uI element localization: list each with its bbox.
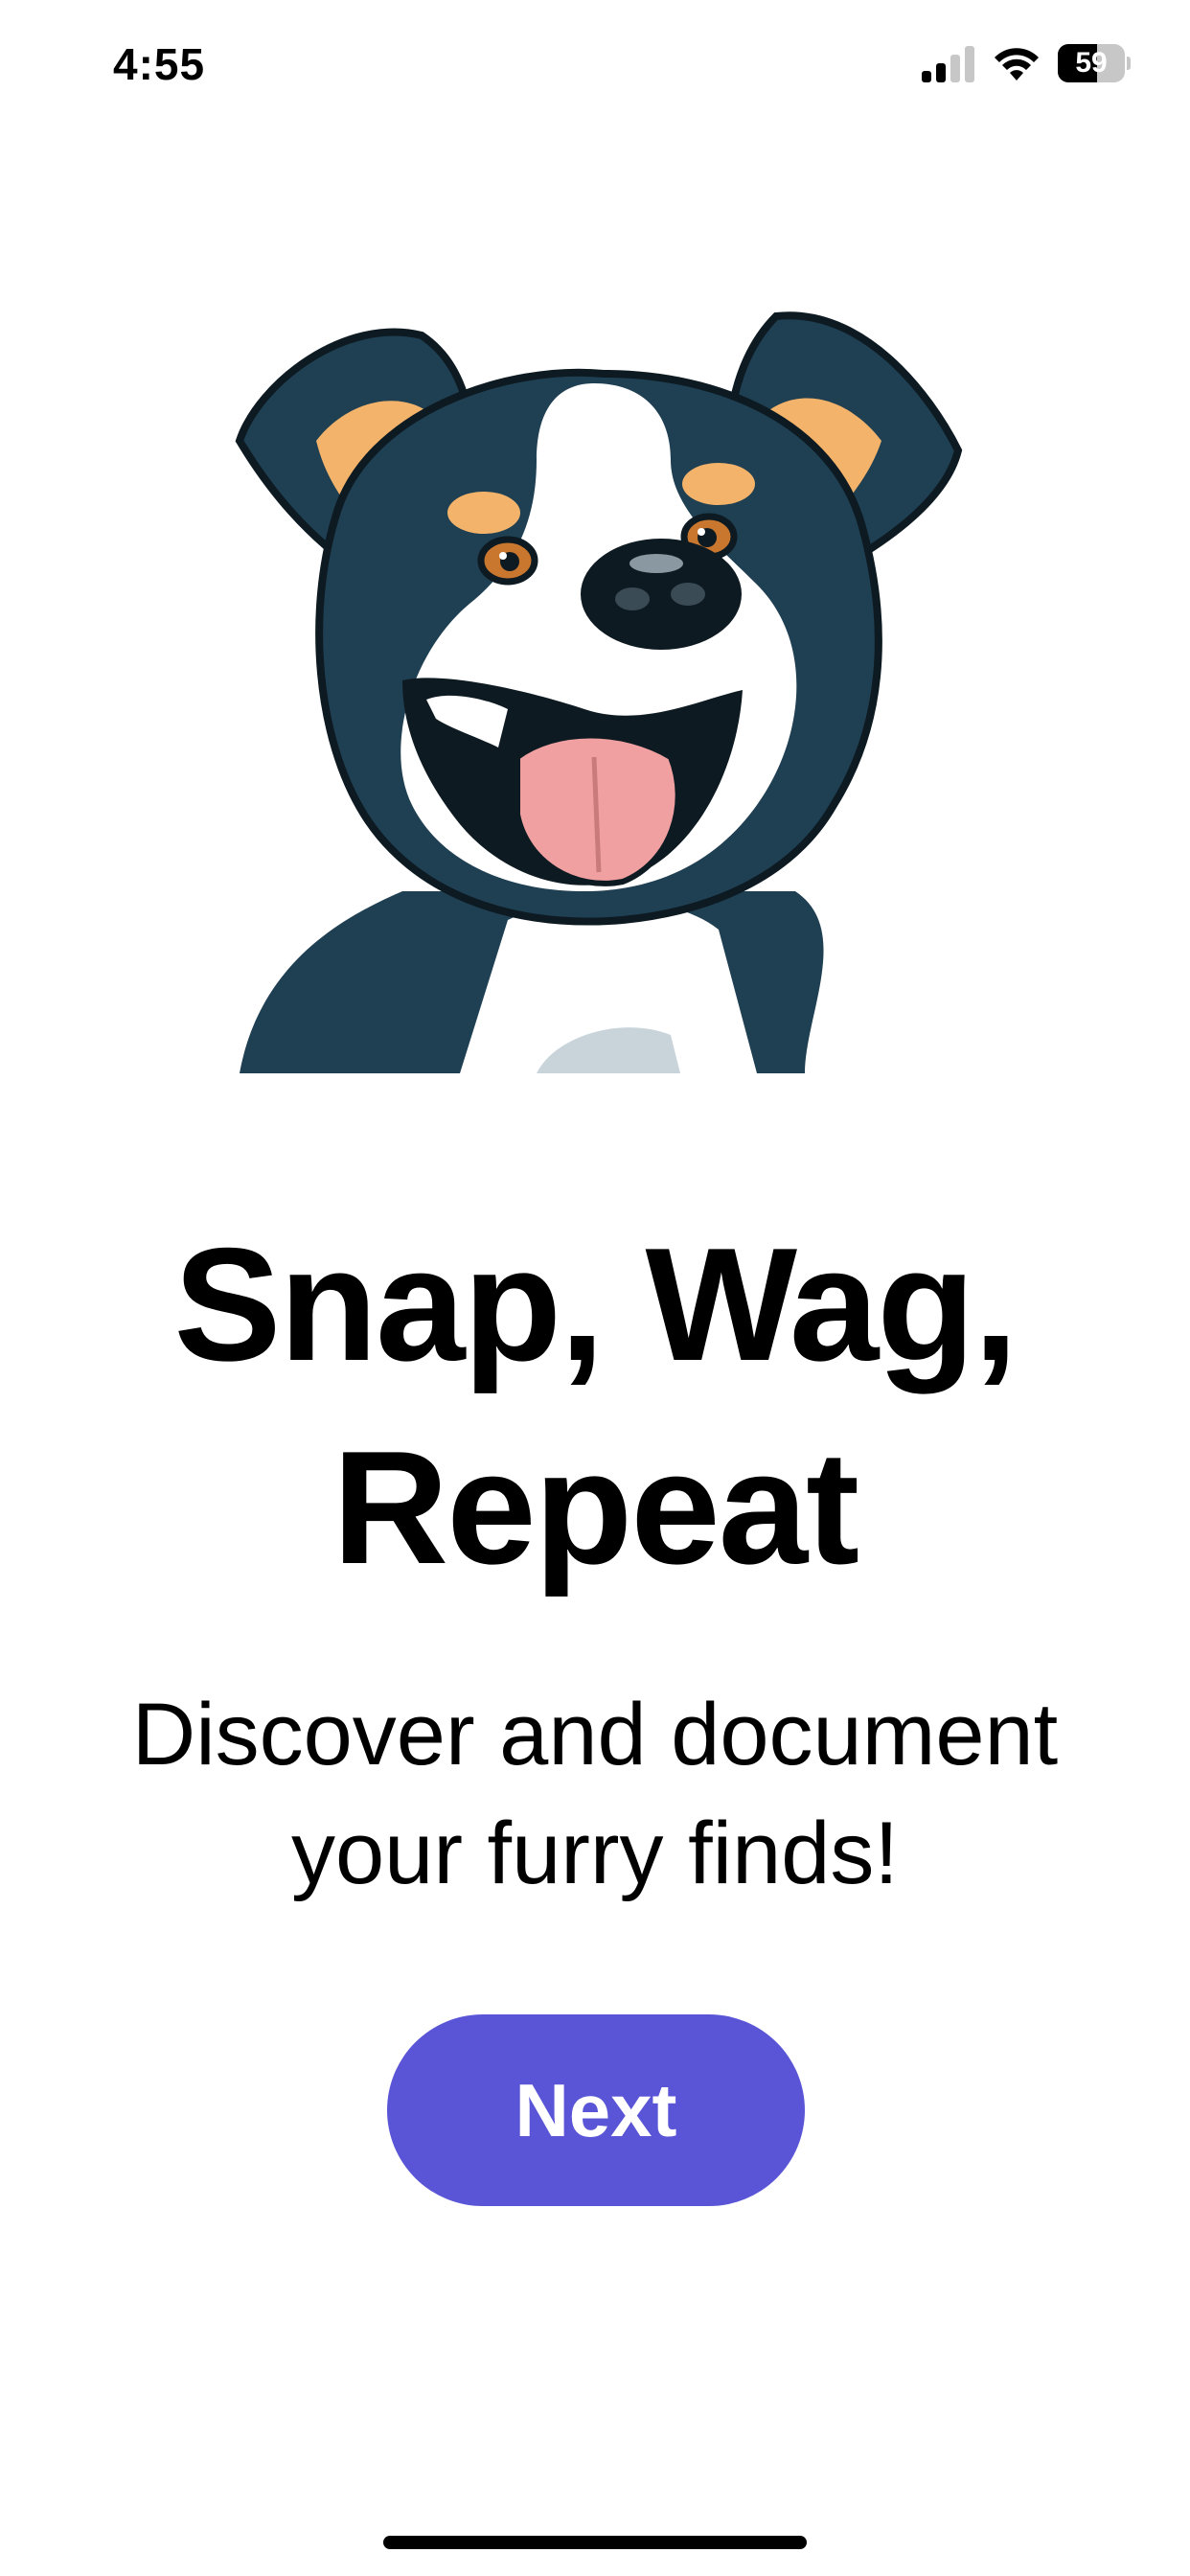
battery-percentage: 59 (1075, 47, 1108, 79)
hero-illustration (220, 307, 977, 1073)
headline-line-2: Repeat (332, 1417, 859, 1598)
dog-eye-left (477, 536, 538, 586)
dog-illustration (235, 311, 963, 1073)
wifi-icon (995, 48, 1039, 80)
dog-nose (581, 539, 742, 650)
status-icons: 59 (922, 42, 1131, 84)
home-indicator[interactable] (383, 2536, 807, 2549)
status-bar: 4:55 59 (0, 0, 1190, 134)
subtitle-line-1: Discover and document (131, 1686, 1059, 1783)
battery-cap (1127, 57, 1131, 70)
subtitle-line-2: your furry finds! (291, 1805, 899, 1902)
cellular-signal-icon (922, 46, 974, 82)
onboarding-subtitle: Discover and document your furry finds! (0, 1675, 1190, 1913)
battery-icon: 59 (1058, 44, 1131, 82)
onboarding-headline: Snap, Wag, Repeat (0, 1203, 1190, 1609)
battery-body: 59 (1058, 44, 1125, 82)
status-time: 4:55 (113, 39, 206, 89)
headline-line-1: Snap, Wag, (173, 1214, 1018, 1394)
next-button[interactable]: Next (387, 2014, 805, 2206)
